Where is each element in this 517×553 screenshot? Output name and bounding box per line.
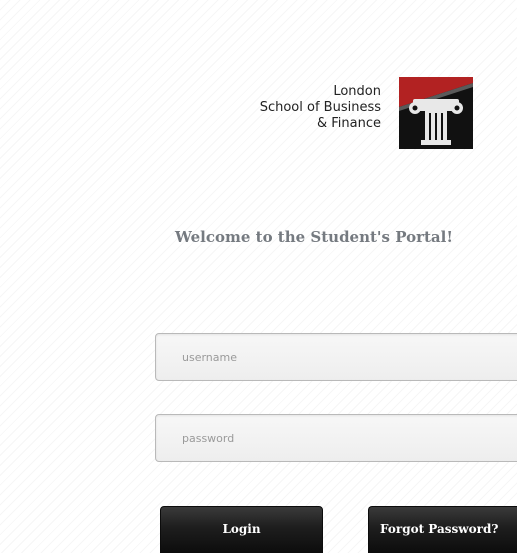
- logo-line-3: & Finance: [316, 116, 381, 131]
- forgot-password-button[interactable]: Forgot Password?: [368, 506, 517, 553]
- login-button[interactable]: Login: [160, 506, 323, 553]
- welcome-heading: Welcome to the Student's Portal!: [175, 228, 453, 246]
- logo-line-2: School of Business: [259, 100, 381, 115]
- login-button-label: Login: [222, 522, 261, 536]
- ionic-column-icon: [399, 77, 473, 149]
- logo-line-1: London: [333, 84, 381, 99]
- username-input[interactable]: [155, 333, 517, 381]
- password-input[interactable]: [155, 414, 517, 462]
- forgot-password-button-label: Forgot Password?: [380, 522, 499, 536]
- logo-text: London School of Business & Finance: [260, 84, 381, 132]
